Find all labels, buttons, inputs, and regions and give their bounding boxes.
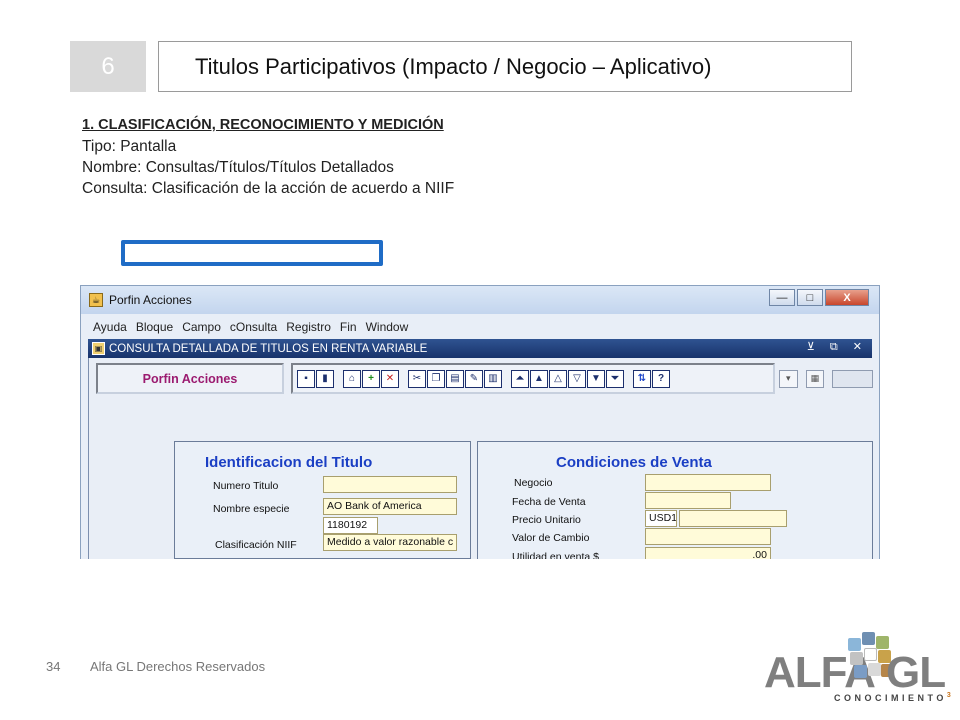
precio-unitario-label: Precio Unitario [512, 514, 581, 526]
negocio-label: Negocio [514, 477, 553, 489]
add-record-icon[interactable]: + [362, 369, 380, 388]
fecha-venta-label: Fecha de Venta [512, 496, 586, 508]
subwindow-title: CONSULTA DETALLADA DE TITULOS EN RENTA V… [109, 342, 428, 355]
save-icon[interactable]: ▪ [297, 369, 315, 388]
page-number: 34 [46, 659, 61, 674]
utilidad-field[interactable]: .00 [645, 547, 771, 559]
body-line-tipo: Tipo: Pantalla [82, 138, 177, 155]
calculator-icon[interactable]: ▦ [805, 369, 825, 388]
query-icon[interactable]: ⇅ [633, 369, 651, 388]
nombre-especie-field[interactable]: AO Bank of America [323, 498, 457, 515]
utilidad-label: Utilidad en venta $ [512, 551, 599, 559]
body-line-consulta: Consulta: Clasificación de la acción de … [82, 180, 455, 197]
window-titlebar: ☕ Porfin Acciones — □ X [81, 286, 879, 314]
slide-body: 1. CLASIFICACIÓN, RECONOCIMIENTO Y MEDIC… [82, 115, 722, 199]
delete-record-icon[interactable]: ✕ [381, 369, 399, 388]
condiciones-title: Condiciones de Venta [556, 454, 712, 471]
logo-gl-text: GL [886, 648, 946, 697]
nombre-especie-label: Nombre especie [213, 503, 290, 515]
exit-icon[interactable]: ▮ [316, 369, 334, 388]
fecha-venta-field[interactable] [645, 492, 731, 509]
valor-cambio-label: Valor de Cambio [512, 532, 590, 544]
edit-icon[interactable]: ✎ [465, 369, 483, 388]
panel-divider [174, 558, 471, 559]
subwindow-titlebar: ▣ CONSULTA DETALLADA DE TITULOS EN RENTA… [88, 339, 872, 358]
print-icon[interactable]: ▥ [484, 369, 502, 388]
close-button[interactable]: X [825, 289, 869, 306]
negocio-field[interactable] [645, 474, 771, 491]
form-icon: ▣ [92, 342, 105, 355]
slide-number: 6 [70, 41, 146, 92]
window-controls: — □ X [767, 289, 869, 306]
next-block-icon[interactable]: ▼ [587, 369, 605, 388]
condiciones-panel: Condiciones de Venta Negocio Fecha de Ve… [477, 441, 873, 559]
maximize-button[interactable]: □ [797, 289, 823, 306]
minimize-button[interactable]: — [769, 289, 795, 306]
paste-icon[interactable]: ▤ [446, 369, 464, 388]
numero-titulo-field[interactable] [323, 476, 457, 493]
logo-superscript: 3 [946, 692, 951, 699]
menu-fin[interactable]: Fin [340, 320, 357, 334]
right-tools: ▾ ▦ [779, 363, 873, 394]
menu-ayuda[interactable]: Ayuda [93, 320, 127, 334]
menu-registro[interactable]: Registro [286, 320, 331, 334]
footer-text: Alfa GL Derechos Reservados [90, 659, 266, 674]
window-title: Porfin Acciones [109, 293, 192, 307]
java-app-icon: ☕ [89, 293, 103, 307]
toolbar: ▪ ▮ ⌂ + ✕ ✂ ❐ ▤ ✎ ▥ ⏶ ▲ △ ▽ ▼ ⏷ ⇅ ? [291, 363, 775, 394]
brand-label: Porfin Acciones [96, 363, 284, 394]
identificacion-panel: Identificacion del Titulo Numero Titulo … [174, 441, 471, 559]
cut-icon[interactable]: ✂ [408, 369, 426, 388]
menu-window[interactable]: Window [366, 320, 409, 334]
menu-bloque[interactable]: Bloque [136, 320, 173, 334]
menu-consulta[interactable]: cOnsulta [230, 320, 277, 334]
precio-currency-field[interactable]: USD1 [645, 510, 677, 527]
menu-bar: Ayuda Bloque Campo cOnsulta Registro Fin… [81, 317, 879, 337]
status-field [832, 369, 873, 388]
open-folder-icon[interactable]: ⌂ [343, 369, 361, 388]
body-line-nombre: Nombre: Consultas/Títulos/Títulos Detall… [82, 159, 394, 176]
logo-subtitle: CONOCIMIENTO3 [834, 692, 951, 703]
slide-title: Titulos Participativos (Impacto / Negoci… [158, 41, 852, 92]
help-icon[interactable]: ? [652, 369, 670, 388]
next-record-icon[interactable]: ▽ [568, 369, 586, 388]
section-heading: 1. CLASIFICACIÓN, RECONOCIMIENTO Y MEDIC… [82, 117, 444, 133]
dropdown-icon[interactable]: ▾ [779, 369, 798, 388]
menu-campo[interactable]: Campo [182, 320, 221, 334]
identificacion-title: Identificacion del Titulo [205, 454, 373, 471]
first-record-icon[interactable]: ⏶ [511, 369, 529, 388]
clasificacion-niif-label: Clasificación NIIF [215, 539, 297, 551]
alfa-gl-logo: ALFA GL CONOCIMIENTO3 [764, 630, 954, 710]
prev-record-icon[interactable]: △ [549, 369, 567, 388]
valor-cambio-field[interactable] [645, 528, 771, 545]
precio-unitario-field[interactable] [679, 510, 787, 527]
clasificacion-niif-field[interactable]: Medido a valor razonable c [323, 534, 457, 551]
app-window: ☕ Porfin Acciones — □ X Ayuda Bloque Cam… [80, 285, 880, 559]
prev-block-icon[interactable]: ▲ [530, 369, 548, 388]
consecutivo-field[interactable]: 1180192 [323, 517, 378, 534]
clasificacion-highlight [121, 240, 383, 266]
logo-sub-text: CONOCIMIENTO [834, 693, 947, 703]
subwindow-controls[interactable]: ⊻ ⧉ ✕ [807, 340, 868, 354]
last-record-icon[interactable]: ⏷ [606, 369, 624, 388]
form-area: Porfin Acciones ▪ ▮ ⌂ + ✕ ✂ ❐ ▤ ✎ ▥ ⏶ ▲ … [88, 358, 873, 559]
numero-titulo-label: Numero Titulo [213, 480, 279, 492]
copy-icon[interactable]: ❐ [427, 369, 445, 388]
